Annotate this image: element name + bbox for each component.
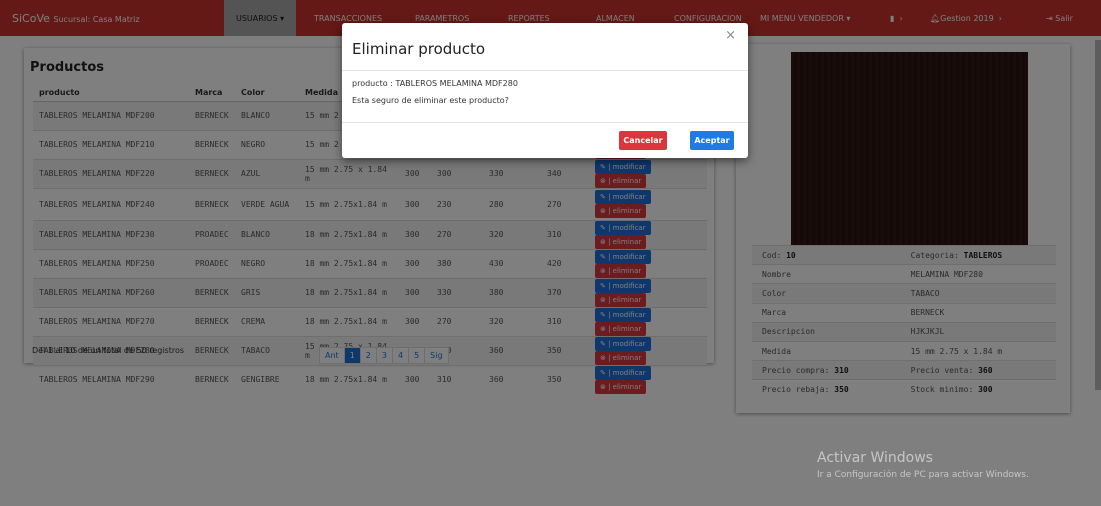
scrollbar[interactable] [1095, 40, 1101, 390]
modal-confirm-text: Esta seguro de eliminar este producto? [352, 96, 509, 105]
accept-button[interactable]: Aceptar [690, 131, 734, 150]
modal-divider [342, 122, 748, 123]
windows-activation-title: Activar Windows [817, 450, 933, 466]
modal-title: Eliminar producto [352, 40, 486, 58]
modal-product-line: producto : TABLEROS MELAMINA MDF280 [352, 79, 518, 88]
cancel-button[interactable]: Cancelar [619, 131, 667, 150]
windows-activation-text: Ir a Configuración de PC para activar Wi… [817, 470, 1029, 480]
close-icon[interactable]: × [725, 28, 736, 43]
modal-divider [342, 70, 748, 71]
delete-product-modal: Eliminar producto × producto : TABLEROS … [342, 23, 748, 158]
